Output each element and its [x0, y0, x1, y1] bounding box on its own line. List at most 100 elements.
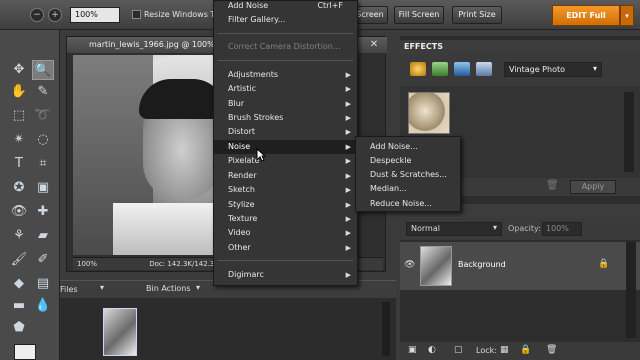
new-layer-icon[interactable]: ▣: [408, 345, 417, 355]
eye-icon[interactable]: 👁: [404, 260, 415, 270]
blend-mode-select[interactable]: Normal ▾: [406, 222, 502, 236]
photo-effects-icon[interactable]: [454, 62, 470, 76]
zoom-out-button[interactable]: −: [30, 8, 44, 22]
lock-icon: 🔒: [598, 259, 610, 269]
menu-item-label: Texture: [228, 214, 258, 223]
bin-thumbnail[interactable]: [103, 308, 137, 356]
menu-item-label: Adjustments: [228, 70, 279, 79]
menu-item-other[interactable]: Other ▶: [214, 241, 357, 255]
effects-category-value: Vintage Photo: [509, 65, 565, 74]
menu-item-blur[interactable]: Blur ▶: [214, 97, 357, 111]
submenu-item-despeckle[interactable]: Despeckle: [356, 154, 460, 168]
healing-brush-tool-icon[interactable]: ✚: [32, 202, 54, 222]
menu-item-filter-gallery[interactable]: Filter Gallery...: [214, 13, 357, 27]
eyedropper-tool-icon[interactable]: ✎: [32, 82, 54, 102]
submenu-item-reduce-noise[interactable]: Reduce Noise...: [356, 197, 460, 211]
move-tool-icon[interactable]: ✥: [8, 60, 30, 80]
zoom-field[interactable]: 100%: [70, 7, 120, 23]
submenu-item-dust-scratches[interactable]: Dust & Scratches...: [356, 168, 460, 182]
bin-actions-menu[interactable]: Bin Actions: [146, 284, 191, 293]
close-icon[interactable]: ✕: [367, 38, 381, 52]
chevron-down-icon[interactable]: ▾: [100, 283, 108, 292]
cookie-cutter-tool-icon[interactable]: ✪: [8, 178, 30, 198]
menu-separator: [218, 60, 353, 61]
effects-scrollbar[interactable]: [624, 92, 634, 172]
submenu-arrow-icon: ▶: [345, 157, 351, 165]
sponge-tool-icon[interactable]: ⬟: [8, 318, 30, 338]
menu-item-brush-strokes[interactable]: Brush Strokes ▶: [214, 111, 357, 125]
menu-item-label: Video: [228, 228, 251, 237]
crop-tool-icon[interactable]: ⌗: [32, 154, 54, 174]
menu-item-texture[interactable]: Texture ▶: [214, 212, 357, 226]
status-doc-info: Doc: 142.3K/142.3K: [149, 260, 219, 268]
lock-all-icon[interactable]: 🔒: [520, 345, 531, 355]
menu-item-stylize[interactable]: Stylize ▶: [214, 198, 357, 212]
paint-bucket-tool-icon[interactable]: ◆: [8, 274, 30, 294]
menu-item-correct-camera-distortion[interactable]: Correct Camera Distortion...: [214, 40, 357, 54]
marquee-tool-icon[interactable]: ⬚: [8, 106, 30, 126]
menu-item-render[interactable]: Render ▶: [214, 169, 357, 183]
vintage-photo-thumbnail[interactable]: [408, 92, 450, 134]
menu-item-artistic[interactable]: Artistic ▶: [214, 82, 357, 96]
hand-tool-icon[interactable]: ✋: [8, 82, 30, 102]
quick-selection-tool-icon[interactable]: ◌: [32, 130, 54, 150]
menu-item-adjustments[interactable]: Adjustments ▶: [214, 68, 357, 82]
mask-icon[interactable]: ▢: [454, 345, 463, 355]
menu-item-digimarc[interactable]: Digimarc ▶: [214, 268, 357, 282]
edit-mode-dropdown-icon[interactable]: ▾: [620, 5, 634, 26]
resize-windows-checkbox[interactable]: [132, 10, 141, 19]
layer-row[interactable]: 👁 Background 🔒: [400, 242, 640, 290]
trash-icon[interactable]: 🗑: [546, 345, 557, 355]
lock-transparent-icon[interactable]: ▦: [500, 345, 509, 355]
submenu-item-add-noise[interactable]: Add Noise...: [356, 140, 460, 154]
menu-item-sketch[interactable]: Sketch ▶: [214, 183, 357, 197]
adjustment-layer-icon[interactable]: ◐: [428, 345, 436, 355]
fill-screen-button[interactable]: Fill Screen: [394, 6, 444, 24]
magic-wand-tool-icon[interactable]: ✴: [8, 130, 30, 150]
edit-full-button[interactable]: EDIT Full: [552, 5, 620, 26]
opacity-field[interactable]: 100%: [542, 222, 582, 236]
submenu-arrow-icon: ▶: [345, 100, 351, 108]
menu-item-label: Brush Strokes: [228, 113, 284, 122]
shape-tool-icon[interactable]: ▬: [8, 296, 30, 316]
menu-item-distort[interactable]: Distort ▶: [214, 125, 357, 139]
eraser-tool-icon[interactable]: ▰: [32, 226, 54, 246]
effects-panel-title: EFFECTS: [400, 40, 640, 54]
blur-tool-icon[interactable]: 💧: [32, 296, 54, 316]
recompose-tool-icon[interactable]: ▣: [32, 178, 54, 198]
menu-item-add-noise[interactable]: Add Noise Ctrl+F: [214, 0, 357, 13]
blend-mode-value: Normal: [411, 224, 440, 233]
layer-styles-icon[interactable]: [432, 62, 448, 76]
trash-icon[interactable]: 🗑: [546, 180, 559, 191]
print-size-button[interactable]: Print Size: [452, 6, 502, 24]
submenu-arrow-icon: ▶: [345, 172, 351, 180]
submenu-item-median[interactable]: Median...: [356, 182, 460, 196]
effects-category-select[interactable]: Vintage Photo ▾: [504, 62, 602, 77]
bin-actions-chevron-icon[interactable]: ▾: [196, 283, 200, 292]
clone-stamp-tool-icon[interactable]: ⚘: [8, 226, 30, 246]
toolbox: ✥ 🔍 ✋ ✎ ⬚ ➰ ✴ ◌ T ⌗ ✪ ▣ 👁 ✚ ⚘ ▰ 🖌 ✐ ◆ ▤ …: [0, 30, 60, 360]
apply-button[interactable]: Apply: [570, 180, 616, 194]
smart-brush-tool-icon[interactable]: ✐: [32, 250, 54, 270]
show-all-icon[interactable]: [476, 62, 492, 76]
bin-scrollbar[interactable]: [382, 302, 390, 356]
gradient-tool-icon[interactable]: ▤: [32, 274, 54, 294]
type-tool-icon[interactable]: T: [8, 154, 30, 174]
menu-item-noise[interactable]: Noise ▶: [214, 140, 357, 154]
menu-item-label: Digimarc: [228, 270, 264, 279]
submenu-arrow-icon: ▶: [345, 85, 351, 93]
bin-files-label[interactable]: Files: [60, 285, 78, 294]
menu-item-pixelate[interactable]: Pixelate ▶: [214, 154, 357, 168]
filters-icon[interactable]: [410, 62, 426, 76]
zoom-tool-icon[interactable]: 🔍: [32, 60, 54, 80]
menu-item-label: Stylize: [228, 200, 255, 209]
brush-tool-icon[interactable]: 🖌: [8, 250, 30, 270]
zoom-in-button[interactable]: +: [48, 8, 62, 22]
red-eye-tool-icon[interactable]: 👁: [8, 202, 30, 222]
menu-item-video[interactable]: Video ▶: [214, 226, 357, 240]
menu-shortcut: Ctrl+F: [317, 1, 343, 10]
foreground-color-swatch[interactable]: [14, 344, 36, 360]
layer-name: Background: [458, 260, 506, 269]
lasso-tool-icon[interactable]: ➰: [32, 106, 54, 126]
layers-scrollbar[interactable]: [626, 242, 636, 338]
